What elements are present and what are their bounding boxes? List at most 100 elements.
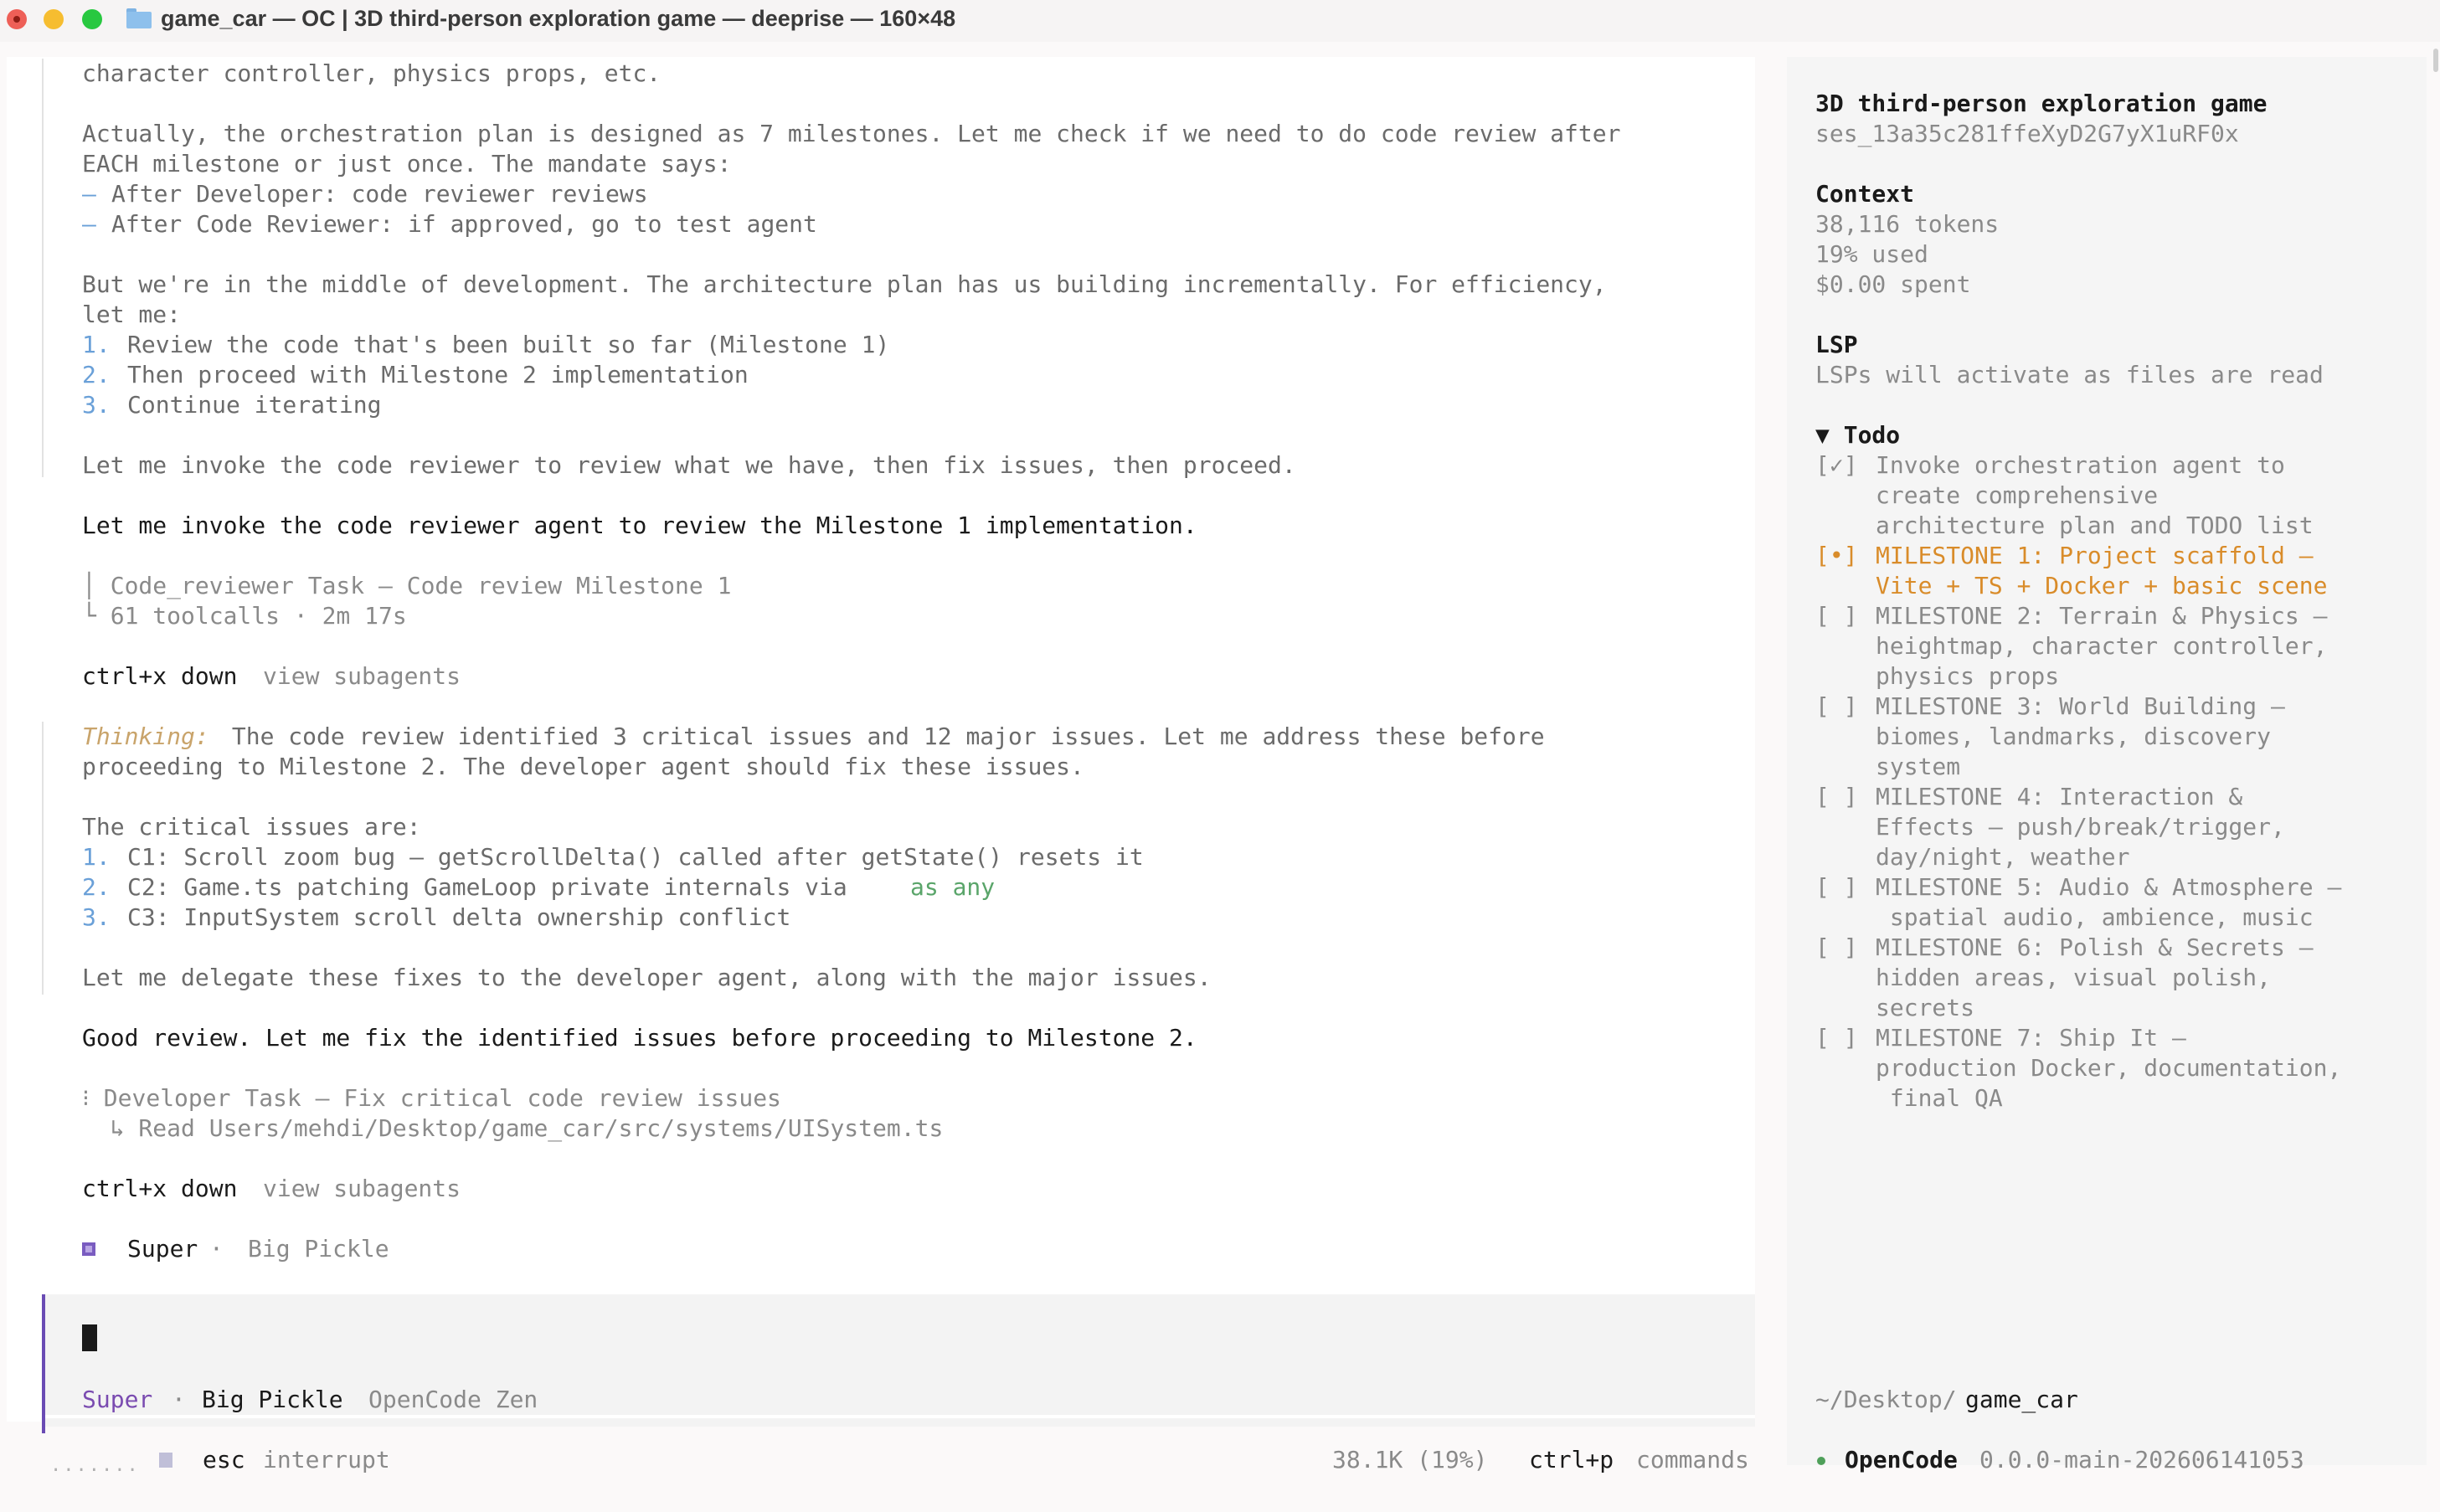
shortcut-label[interactable]: view subagents (263, 1174, 461, 1204)
transcript-line: Let me invoke the code reviewer to revie… (82, 451, 1296, 479)
window-title: game_car — OC | 3D third-person explorat… (161, 6, 956, 31)
todo-item-text: MILESTONE 2: Terrain & Physics – (1876, 602, 2328, 630)
transcript-line: C1: Scroll zoom bug — getScrollDelta() c… (127, 843, 1144, 871)
todo-item-text: production Docker, documentation, (1876, 1054, 2342, 1082)
agent-separator: · (209, 1235, 224, 1263)
lsp-heading: LSP (1815, 331, 1858, 358)
transcript-line: The critical issues are: (82, 813, 421, 841)
todo-item-text: MILESTONE 1: Project scaffold – (1876, 542, 2314, 569)
context-tokens: 38,116 tokens (1815, 210, 2000, 238)
todo-item-text: day/night, weather (1876, 843, 2130, 871)
agent-square-icon (82, 1242, 95, 1256)
todo-checkbox[interactable]: [ ] (1815, 1023, 1858, 1053)
transcript-line: After Code Reviewer: if approved, go to … (111, 210, 817, 238)
todo-item-text: heightmap, character controller, (1876, 632, 2328, 660)
todo-item-text: biomes, landmarks, discovery (1876, 723, 2272, 750)
cwd-dir: game_car (1965, 1386, 2078, 1413)
list-number: 1. (82, 843, 111, 871)
todo-heading[interactable]: ▼ Todo (1815, 420, 1900, 450)
shortcut-key: ctrl+x down (82, 662, 238, 690)
spinner-icon (159, 1453, 172, 1468)
todo-item-text: spatial audio, ambience, music (1876, 903, 2314, 931)
agent-model: Big Pickle (248, 1235, 389, 1263)
list-number: 3. (82, 391, 111, 419)
todo-item-text: Vite + TS + Docker + basic scene (1876, 572, 2328, 599)
todo-checkbox[interactable]: [•] (1815, 541, 1858, 571)
todo-item-text: Effects – push/break/trigger, (1876, 813, 2285, 841)
inline-code: as any (910, 873, 996, 901)
agent-name: Super (127, 1235, 198, 1263)
todo-checkbox[interactable]: [ ] (1815, 692, 1858, 722)
subagent-task-meta: └ 61 toolcalls · 2m 17s (82, 602, 407, 630)
input-agent-name[interactable]: Super (82, 1385, 152, 1415)
transcript-line: C3: InputSystem scroll delta ownership c… (127, 903, 791, 931)
transcript-line: proceeding to Milestone 2. The developer… (82, 753, 1084, 780)
todo-item-text: MILESTONE 4: Interaction & (1876, 783, 2243, 810)
prompt-accent-bar (42, 1294, 45, 1433)
status-dot-icon (1817, 1457, 1825, 1465)
transcript-line: But we're in the middle of development. … (82, 270, 1607, 298)
shortcut-label[interactable]: view subagents (263, 661, 461, 692)
thinking-label: Thinking: (82, 723, 209, 750)
todo-item-text: system (1876, 753, 1961, 780)
maximize-window-button[interactable] (82, 9, 102, 29)
thinking-gutter (42, 59, 44, 477)
input-provider: OpenCode Zen (368, 1386, 538, 1413)
thinking-gutter (42, 722, 44, 995)
session-title: 3D third-person exploration game (1815, 90, 2268, 117)
todo-checkbox[interactable]: [✓] (1815, 450, 1858, 481)
lsp-status: LSPs will activate as files are read (1815, 361, 2324, 388)
close-window-button[interactable] (7, 9, 27, 29)
context-heading: Context (1815, 180, 1915, 208)
list-number: 3. (82, 903, 111, 931)
session-id: ses_13a35c281ffeXyD2G7yX1uRF0x (1815, 120, 2239, 147)
subagent-task-meta: ↳ Read Users/mehdi/Desktop/game_car/src/… (82, 1114, 944, 1142)
subagent-task-title[interactable]: │ Code_reviewer Task — Code review Miles… (82, 571, 731, 601)
transcript-line: character controller, physics props, etc… (82, 59, 661, 87)
input-model-name[interactable]: Big Pickle (202, 1385, 343, 1415)
todo-item-text: hidden areas, visual polish, (1876, 964, 2272, 991)
window-titlebar: game_car — OC | 3D third-person explorat… (0, 0, 2440, 42)
todo-checkbox[interactable]: [ ] (1815, 601, 1858, 631)
todo-item-text: architecture plan and TODO list (1876, 512, 2314, 539)
todo-item-text: final QA (1876, 1084, 2003, 1112)
todo-item-text: MILESTONE 6: Polish & Secrets – (1876, 933, 2314, 961)
transcript-line: Let me delegate these fixes to the devel… (82, 964, 1212, 991)
todo-item-text: MILESTONE 5: Audio & Atmosphere – (1876, 873, 2342, 901)
subagent-task-title[interactable]: ⁝ Developer Task — Fix critical code rev… (82, 1083, 781, 1113)
esc-label[interactable]: interrupt (263, 1445, 390, 1475)
transcript-line: Continue iterating (127, 391, 382, 419)
transcript-line: C2: Game.ts patching GameLoop private in… (127, 873, 862, 901)
transcript-line: EACH milestone or just once. The mandate… (82, 150, 732, 177)
prompt-input-footer (42, 1418, 1755, 1427)
transcript-line: let me: (82, 301, 182, 328)
folder-icon (126, 8, 152, 28)
bullet-marker: – (82, 180, 96, 208)
transcript-line: Then proceed with Milestone 2 implementa… (127, 361, 749, 388)
transcript-line: The code review identified 3 critical is… (218, 723, 1545, 750)
todo-item-text: create comprehensive (1876, 481, 2159, 509)
todo-item-text: Invoke orchestration agent to (1876, 451, 2285, 479)
todo-item-text: MILESTONE 3: World Building – (1876, 692, 2285, 720)
minimize-window-button[interactable] (44, 9, 64, 29)
list-number: 2. (82, 361, 111, 388)
cwd-prefix: ~/Desktop/ (1815, 1386, 1957, 1413)
commands-label[interactable]: commands (1636, 1445, 1749, 1475)
todo-checkbox[interactable]: [ ] (1815, 872, 1858, 903)
list-number: 1. (82, 331, 111, 358)
context-spent: $0.00 spent (1815, 270, 1971, 298)
app-name: OpenCode (1845, 1446, 1958, 1473)
app-version: 0.0.0-main-202606141053 (1979, 1446, 2304, 1473)
todo-checkbox[interactable]: [ ] (1815, 933, 1858, 963)
todo-item-text: secrets (1876, 994, 1975, 1021)
transcript-line: After Developer: code reviewer reviews (111, 180, 648, 208)
token-usage: 38.1K (19%) (1332, 1446, 1488, 1473)
todo-item-text: physics props (1876, 662, 2060, 690)
progress-dots: ······· (50, 1460, 140, 1481)
todo-item-text: MILESTONE 7: Ship It – (1876, 1024, 2186, 1052)
assistant-message: Good review. Let me fix the identified i… (82, 1024, 1197, 1052)
todo-checkbox[interactable]: [ ] (1815, 782, 1858, 812)
text-cursor (82, 1324, 97, 1351)
transcript-line: Review the code that's been built so far… (127, 331, 890, 358)
scrollbar[interactable] (2433, 49, 2438, 72)
